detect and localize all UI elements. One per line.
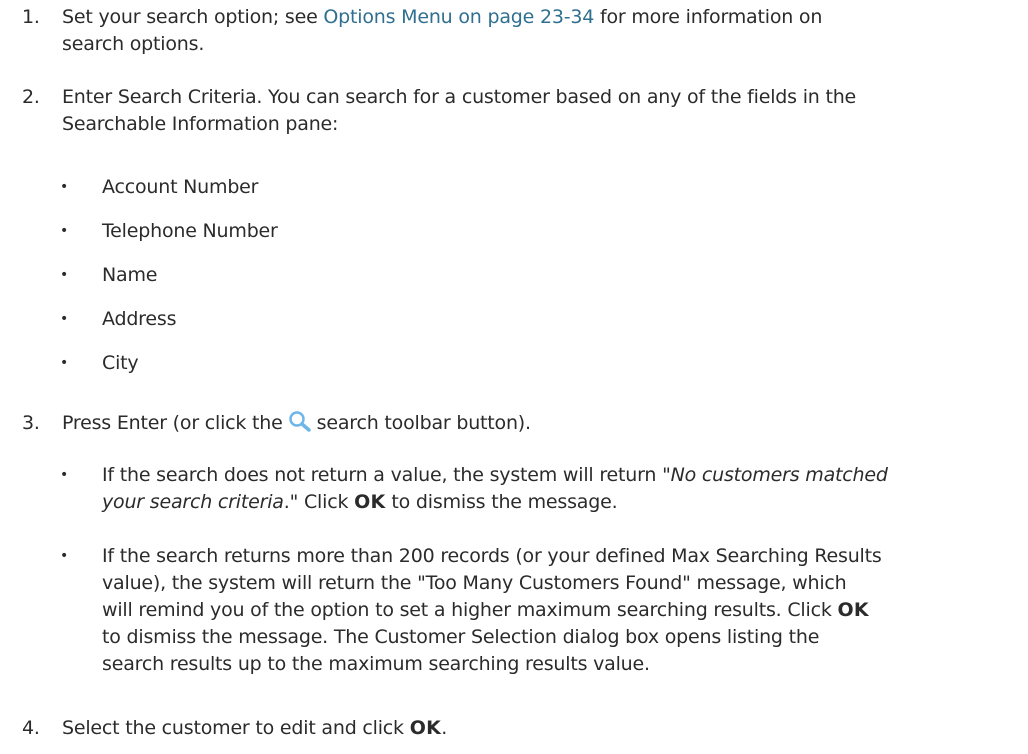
step-text: Set your search option; see Options Menu… [62,4,982,58]
step-text-part: Press Enter (or click the [62,412,283,434]
text-part: will remind you of the option to set a h… [102,599,838,621]
step-text: Select the customer to edit and click OK… [62,715,982,742]
step-text-part: . [441,717,448,739]
text-part: to dismiss the message. [385,491,618,513]
bullet-icon: • [60,355,69,371]
bullet-icon: • [60,179,69,195]
list-item-label: Address [102,308,177,330]
ok-label: OK [409,717,442,739]
bullet-icon: • [60,548,69,564]
bullet-icon: • [60,467,69,483]
bullet-icon: • [60,311,69,327]
step-text-part: Set your search option; see [62,6,324,28]
document-page: 1. Set your search option; see Options M… [0,0,1028,754]
quoted-message: "No customers matched [662,464,888,486]
list-item-label: Account Number [102,176,259,198]
ok-label: OK [837,599,869,621]
step-text: Press Enter (or click the search toolbar … [62,410,982,437]
text-part: If the search returns more than 200 reco… [102,545,882,567]
step-text: Enter Search Criteria. You can search fo… [62,84,982,138]
step-text-part: Enter Search Criteria. You can search fo… [62,86,857,108]
quoted-message: your search criteria [102,491,284,513]
ok-label: OK [354,491,386,513]
text-part: ." Click [283,491,355,513]
list-item-label: City [102,352,139,374]
step-text-part: for more information on [594,6,823,28]
step-text-part: Select the customer to edit and click [62,717,410,739]
list-item-text: If the search returns more than 200 reco… [102,543,982,678]
text-part: search results up to the maximum searchi… [102,653,650,675]
bullet-icon: • [60,223,69,239]
step-number: 4. [22,717,40,739]
list-item-label: Name [102,264,158,286]
text-part: value), the system will return the "Too … [102,572,847,594]
options-menu-link[interactable]: Options Menu on page 23-34 [323,6,594,28]
step-text-part: search toolbar button). [316,412,531,434]
search-icon [288,410,312,432]
text-part: to dismiss the message. The Customer Sel… [102,626,820,648]
step-text-part: search options. [62,33,205,55]
step-number: 3. [22,412,40,434]
bullet-icon: • [60,267,69,283]
step-text-part: Searchable Information pane: [62,113,339,135]
step-number: 2. [22,86,40,108]
list-item-text: If the search does not return a value, t… [102,462,982,516]
list-item-label: Telephone Number [102,220,278,242]
step-number: 1. [22,6,40,28]
text-part: If the search does not return a value, t… [102,464,663,486]
